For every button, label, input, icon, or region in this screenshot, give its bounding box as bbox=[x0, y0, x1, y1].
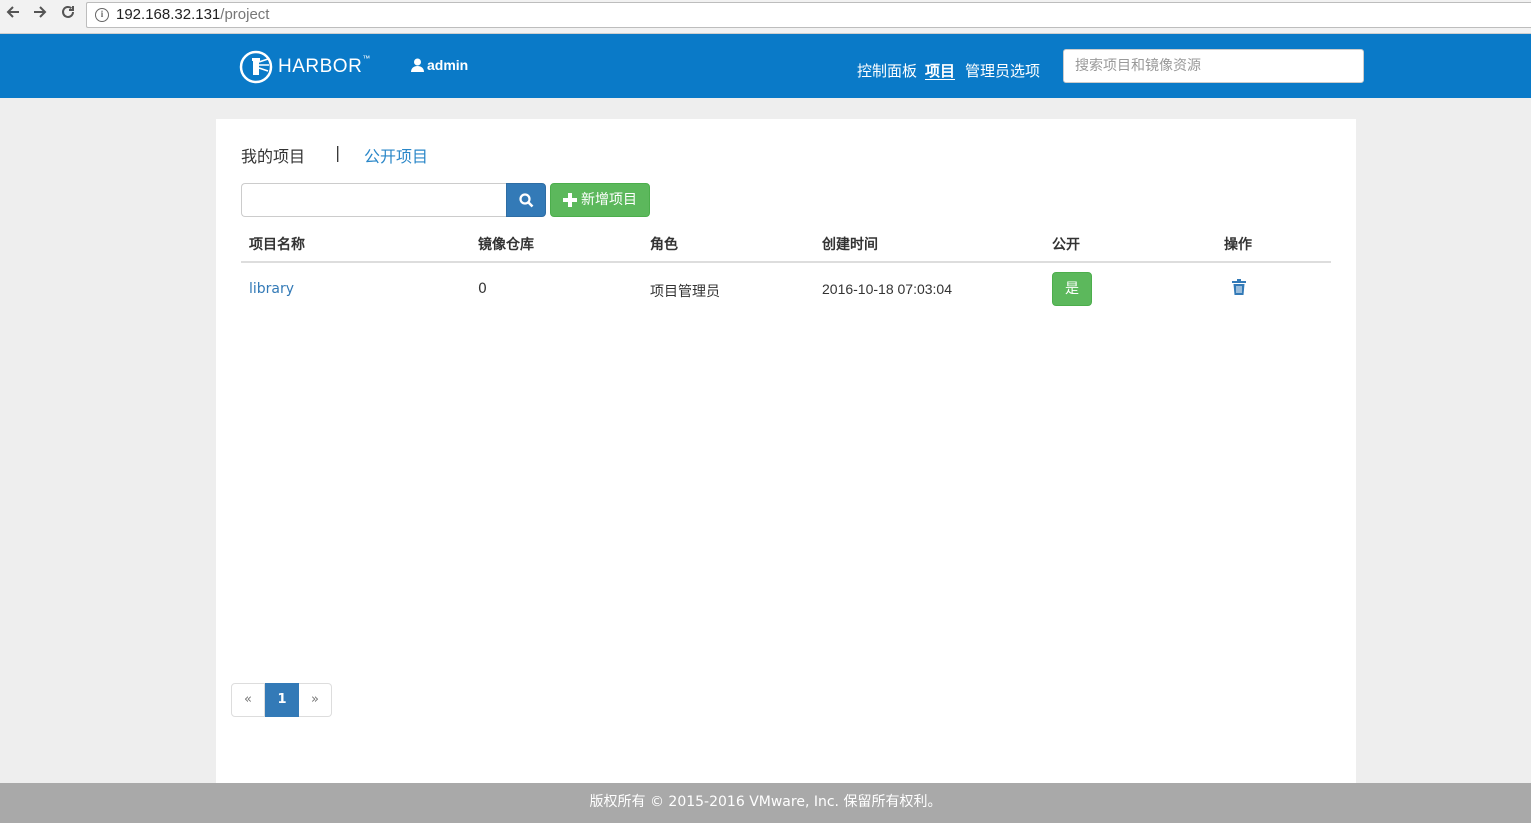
info-icon[interactable]: i bbox=[95, 8, 109, 22]
pagination-prev[interactable]: « bbox=[231, 683, 265, 717]
nav-projects[interactable]: 项目 bbox=[925, 60, 955, 81]
user-icon bbox=[411, 58, 424, 72]
tab-my-projects[interactable]: 我的项目 bbox=[241, 143, 305, 167]
repo-count: 0 bbox=[478, 281, 487, 297]
pagination-page-1[interactable]: 1 bbox=[265, 683, 299, 717]
trash-icon[interactable] bbox=[1232, 279, 1246, 295]
global-search-input[interactable] bbox=[1063, 49, 1364, 83]
col-header-role[interactable]: 角色 bbox=[650, 234, 678, 254]
col-header-public[interactable]: 公开 bbox=[1052, 234, 1080, 254]
project-search-input[interactable] bbox=[241, 183, 507, 217]
search-icon bbox=[519, 193, 534, 208]
plus-icon bbox=[563, 193, 577, 207]
url-text: 192.168.32.131/project bbox=[116, 6, 270, 23]
add-project-button[interactable]: 新增项目 bbox=[550, 183, 650, 217]
browser-toolbar: i 192.168.32.131/project bbox=[0, 0, 1531, 34]
project-name-link[interactable]: library bbox=[249, 281, 294, 297]
address-bar[interactable]: i 192.168.32.131/project bbox=[86, 2, 1531, 28]
col-header-name[interactable]: 项目名称 bbox=[249, 234, 305, 254]
table-header-divider bbox=[241, 261, 1331, 263]
project-role: 项目管理员 bbox=[650, 284, 720, 300]
creation-time: 2016-10-18 07:03:04 bbox=[822, 281, 952, 297]
col-header-created[interactable]: 创建时间 bbox=[822, 234, 878, 254]
pagination: « 1 » bbox=[231, 683, 332, 717]
app-header: HARBOR™ admin 控制面板 项目 管理员选项 bbox=[0, 34, 1531, 98]
footer: 版权所有 © 2015-2016 VMware, Inc. 保留所有权利。 bbox=[0, 783, 1531, 823]
user-menu[interactable]: admin bbox=[411, 57, 468, 73]
harbor-logo-icon[interactable] bbox=[239, 50, 273, 84]
tab-separator: | bbox=[335, 143, 341, 162]
col-header-repos[interactable]: 镜像仓库 bbox=[478, 234, 534, 254]
nav-admin-options[interactable]: 管理员选项 bbox=[965, 60, 1040, 81]
nav-dashboard[interactable]: 控制面板 bbox=[857, 60, 917, 81]
forward-icon[interactable] bbox=[29, 4, 51, 26]
pagination-next[interactable]: » bbox=[299, 683, 332, 717]
tab-public-projects[interactable]: 公开项目 bbox=[364, 143, 428, 167]
brand-name[interactable]: HARBOR™ bbox=[278, 54, 371, 78]
back-icon[interactable] bbox=[2, 4, 24, 26]
public-toggle-button[interactable]: 是 bbox=[1052, 272, 1092, 306]
search-button[interactable] bbox=[506, 183, 546, 217]
col-header-actions: 操作 bbox=[1224, 237, 1252, 253]
copyright-text: 版权所有 © 2015-2016 VMware, Inc. 保留所有权利。 bbox=[589, 794, 942, 810]
content-panel: 我的项目 | 公开项目 新增项目 项目名称 镜像仓库 角色 创建时间 公开 操作… bbox=[216, 119, 1356, 783]
reload-icon[interactable] bbox=[57, 4, 79, 26]
